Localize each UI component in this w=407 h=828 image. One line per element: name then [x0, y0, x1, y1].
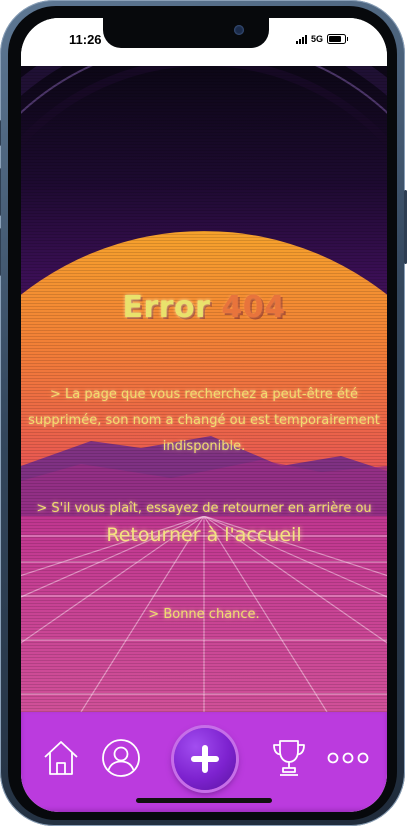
- retry-message: > S'il vous plaît, essayez de retourner …: [27, 496, 381, 551]
- network-type: 5G: [311, 34, 324, 44]
- error-title: Error 404: [21, 290, 387, 325]
- error-title-word: Error: [122, 290, 211, 325]
- home-indicator: [136, 798, 272, 803]
- trophy-icon[interactable]: [271, 738, 307, 778]
- error-page: Error 404 > La page que vous recherchez …: [21, 66, 387, 712]
- battery-icon: [327, 34, 349, 44]
- add-button[interactable]: [174, 728, 236, 790]
- home-icon[interactable]: [41, 738, 81, 778]
- home-link[interactable]: Retourner à l'accueil: [106, 524, 301, 546]
- error-code: 404: [221, 290, 286, 325]
- plus-icon: [191, 745, 219, 773]
- phone-frame: 11:26 5G Error 404 > La page que vous re…: [0, 0, 407, 826]
- volume-up-button: [0, 168, 1, 216]
- bottom-tab-bar: [21, 712, 387, 812]
- front-camera: [234, 25, 244, 35]
- silent-switch: [0, 120, 1, 146]
- signal-icon: [296, 34, 307, 44]
- good-luck-message: > Bonne chance.: [148, 607, 260, 622]
- retry-message-text: > S'il vous plaît, essayez de retourner …: [36, 501, 372, 516]
- error-content: Error 404 > La page que vous recherchez …: [21, 66, 387, 712]
- screen: 11:26 5G Error 404 > La page que vous re…: [21, 18, 387, 812]
- status-icons: 5G: [296, 34, 349, 44]
- status-bar: 11:26 5G: [21, 18, 387, 66]
- notch: [103, 18, 269, 48]
- error-message: > La page que vous recherchez a peut-êtr…: [28, 387, 380, 454]
- more-icon[interactable]: [326, 748, 370, 768]
- volume-down-button: [0, 228, 1, 276]
- user-icon[interactable]: [100, 737, 142, 779]
- status-time: 11:26: [69, 32, 102, 47]
